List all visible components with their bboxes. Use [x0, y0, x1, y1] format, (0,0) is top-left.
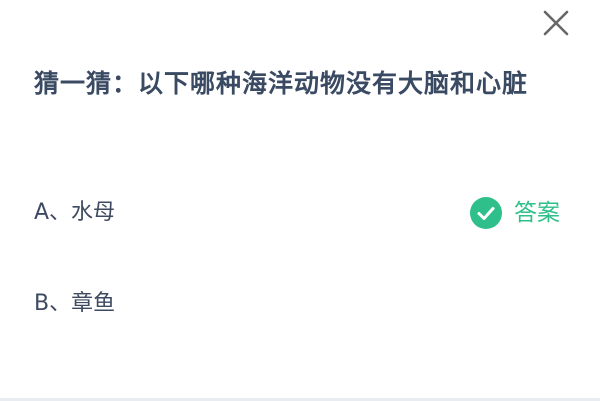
option-b[interactable]: B、章鱼 [34, 289, 454, 319]
quiz-dialog: 猜一猜：以下哪种海洋动物没有大脑和心脏 A、水母 答案 B、章鱼 [0, 0, 600, 401]
answer-badge: 答案 [470, 196, 560, 230]
question-text: 猜一猜：以下哪种海洋动物没有大脑和心脏 [34, 69, 529, 98]
answer-label: 答案 [514, 200, 560, 226]
option-a[interactable]: A、水母 [34, 198, 454, 228]
close-button[interactable] [536, 4, 576, 44]
close-icon[interactable] [536, 4, 576, 44]
check-circle-icon [470, 197, 502, 229]
